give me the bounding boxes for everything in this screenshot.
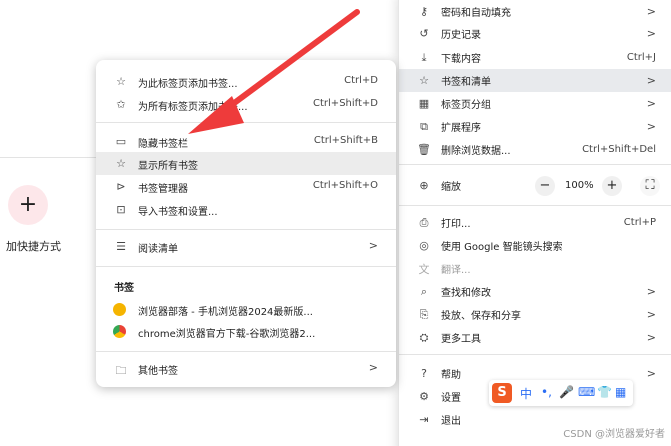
- watermark: CSDN @浏览器爱好者: [563, 429, 665, 440]
- sogou-logo-icon: S: [492, 383, 512, 403]
- keyboard-icon[interactable]: ⌨: [578, 385, 595, 399]
- toolbox-grid-icon[interactable]: ▦: [615, 385, 626, 399]
- skin-icon[interactable]: 👕: [597, 385, 612, 399]
- voice-input-icon[interactable]: 🎤: [559, 385, 574, 399]
- ime-toolbar[interactable]: S 中 •, 🎤 ⌨ 👕 ▦: [489, 380, 633, 406]
- chinese-mode-icon[interactable]: 中: [520, 385, 532, 402]
- punctuation-icon[interactable]: •,: [541, 385, 552, 399]
